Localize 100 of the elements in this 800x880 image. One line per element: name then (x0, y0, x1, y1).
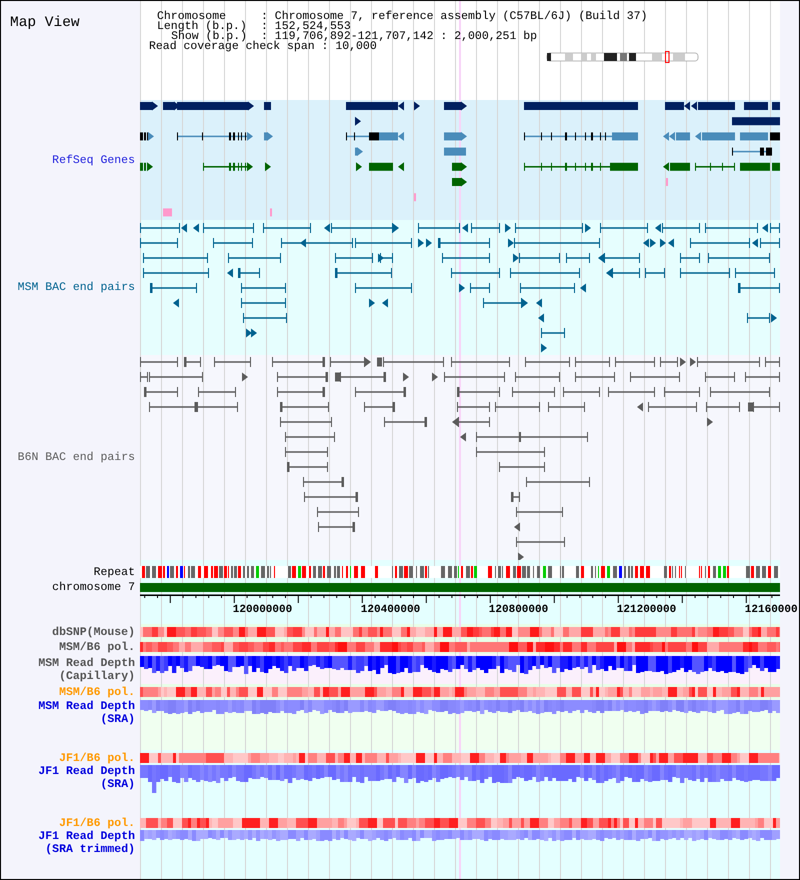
axis-label: 12160000 (744, 604, 798, 616)
bac-end-pair (615, 357, 655, 367)
track-label: dbSNP(Mouse) (52, 626, 135, 639)
bac-end-pair (303, 477, 344, 487)
bac-end-pair (600, 223, 648, 233)
track-label: JF1 Read Depth (SRA) (37, 765, 135, 791)
feature-mark (666, 178, 668, 186)
arrowhead-icon (300, 238, 306, 248)
gene-feature (695, 162, 735, 171)
bac-end-pair (442, 253, 490, 263)
bac-end-pair (604, 253, 640, 263)
bac-end-pair (471, 223, 500, 233)
arrowhead-icon (324, 224, 330, 232)
bac-end-pair (705, 223, 758, 233)
track-label: MSM Read Depth (SRA) (37, 700, 135, 726)
arrowhead-icon (403, 372, 409, 382)
bac-end-pair (512, 387, 555, 397)
bac-end-pair (330, 357, 365, 367)
feature-mark (414, 193, 416, 202)
bac-end-pair (144, 387, 178, 397)
arrowhead-icon (580, 284, 586, 292)
track-label: MSM Read Depth (Capillary) (37, 657, 135, 683)
arrowhead-icon (771, 314, 777, 322)
bac-end-pair (515, 223, 583, 233)
bac-end-pair (451, 357, 510, 367)
bac-end-pair (664, 387, 700, 397)
info-label: Length (b.p.) (157, 22, 247, 32)
bac-end-pair (444, 372, 505, 382)
arrowhead-icon (459, 284, 465, 292)
bac-end-pair (285, 432, 335, 442)
info-value: : 152,524,553 (261, 22, 351, 32)
bac-end-pair (364, 402, 395, 412)
region-marker (665, 51, 670, 63)
track-label: Repeat (94, 566, 135, 578)
bac-end-pair (331, 223, 393, 233)
arrowhead-icon (173, 298, 179, 308)
bac-end-pair (335, 268, 392, 278)
gene-feature (264, 102, 271, 110)
end-marker-icon (748, 402, 753, 412)
gene-feature (772, 102, 780, 110)
gene-feature (369, 162, 404, 172)
bac-end-pair (548, 402, 585, 412)
axis-label: 120400000 (360, 604, 420, 616)
bac-end-pair (281, 238, 353, 248)
gene-feature (264, 132, 273, 141)
gene-feature (356, 162, 362, 172)
bac-end-pair (355, 238, 412, 248)
gene-feature (444, 132, 467, 141)
bac-end-pair (515, 372, 560, 382)
end-marker-icon (377, 358, 382, 366)
axis-label: 120000000 (232, 604, 292, 616)
bac-end-pair (285, 447, 328, 457)
bac-end-pair (765, 357, 780, 367)
bac-end-pair (735, 268, 775, 278)
feature-mark (163, 208, 172, 216)
bac-end-pair (277, 372, 328, 382)
info-value: : 119,706,892-121,707,142 : 2,000,251 bp (261, 32, 538, 42)
bac-end-pair (238, 268, 260, 278)
gene-feature (732, 117, 780, 126)
bac-end-pair (241, 283, 286, 293)
bac-end-pair (680, 253, 700, 263)
bac-end-pair (516, 507, 563, 517)
bac-end-pair (608, 387, 655, 397)
bac-end-pair (630, 372, 680, 382)
arrowhead-icon (637, 402, 643, 412)
coverage-span-text: Read coverage check span : 10,000 (149, 42, 377, 52)
arrowhead-icon (227, 268, 233, 278)
bac-end-pair (317, 507, 359, 517)
gene-feature (695, 132, 735, 141)
bac-end-pair (355, 387, 406, 397)
bac-end-pair (612, 268, 640, 278)
bac-end-pair (380, 253, 393, 263)
feature-mark (270, 208, 272, 216)
bac-end-pair (140, 238, 178, 248)
bac-end-pair (451, 268, 500, 278)
info-label: Show (b.p.) (171, 32, 247, 42)
bac-end-pair (438, 238, 490, 248)
gene-feature (355, 147, 363, 156)
bac-end-pair (648, 402, 697, 412)
bac-end-pair (706, 402, 740, 412)
axis-label: 120800000 (488, 604, 548, 616)
bac-end-pair (304, 492, 358, 502)
gene-feature (140, 132, 154, 141)
bac-end-pair (516, 537, 565, 547)
arrowhead-icon (432, 372, 438, 382)
bac-end-pair (541, 328, 565, 338)
bac-end-pair (575, 372, 615, 382)
bac-end-pair (747, 313, 770, 323)
track-label: RefSeq Genes (52, 154, 135, 166)
gene-feature (140, 162, 153, 172)
bac-end-pair (662, 223, 700, 233)
bac-end-pair (495, 402, 540, 412)
bac-end-pair (197, 402, 238, 412)
track-label: JF1/B6 pol. (59, 752, 135, 765)
gene-feature (772, 162, 780, 171)
arrowhead-icon (707, 418, 713, 426)
arrowhead-icon (365, 358, 371, 366)
bac-end-pair (149, 402, 197, 412)
gene-feature (663, 162, 690, 172)
bac-end-pair (476, 447, 545, 457)
